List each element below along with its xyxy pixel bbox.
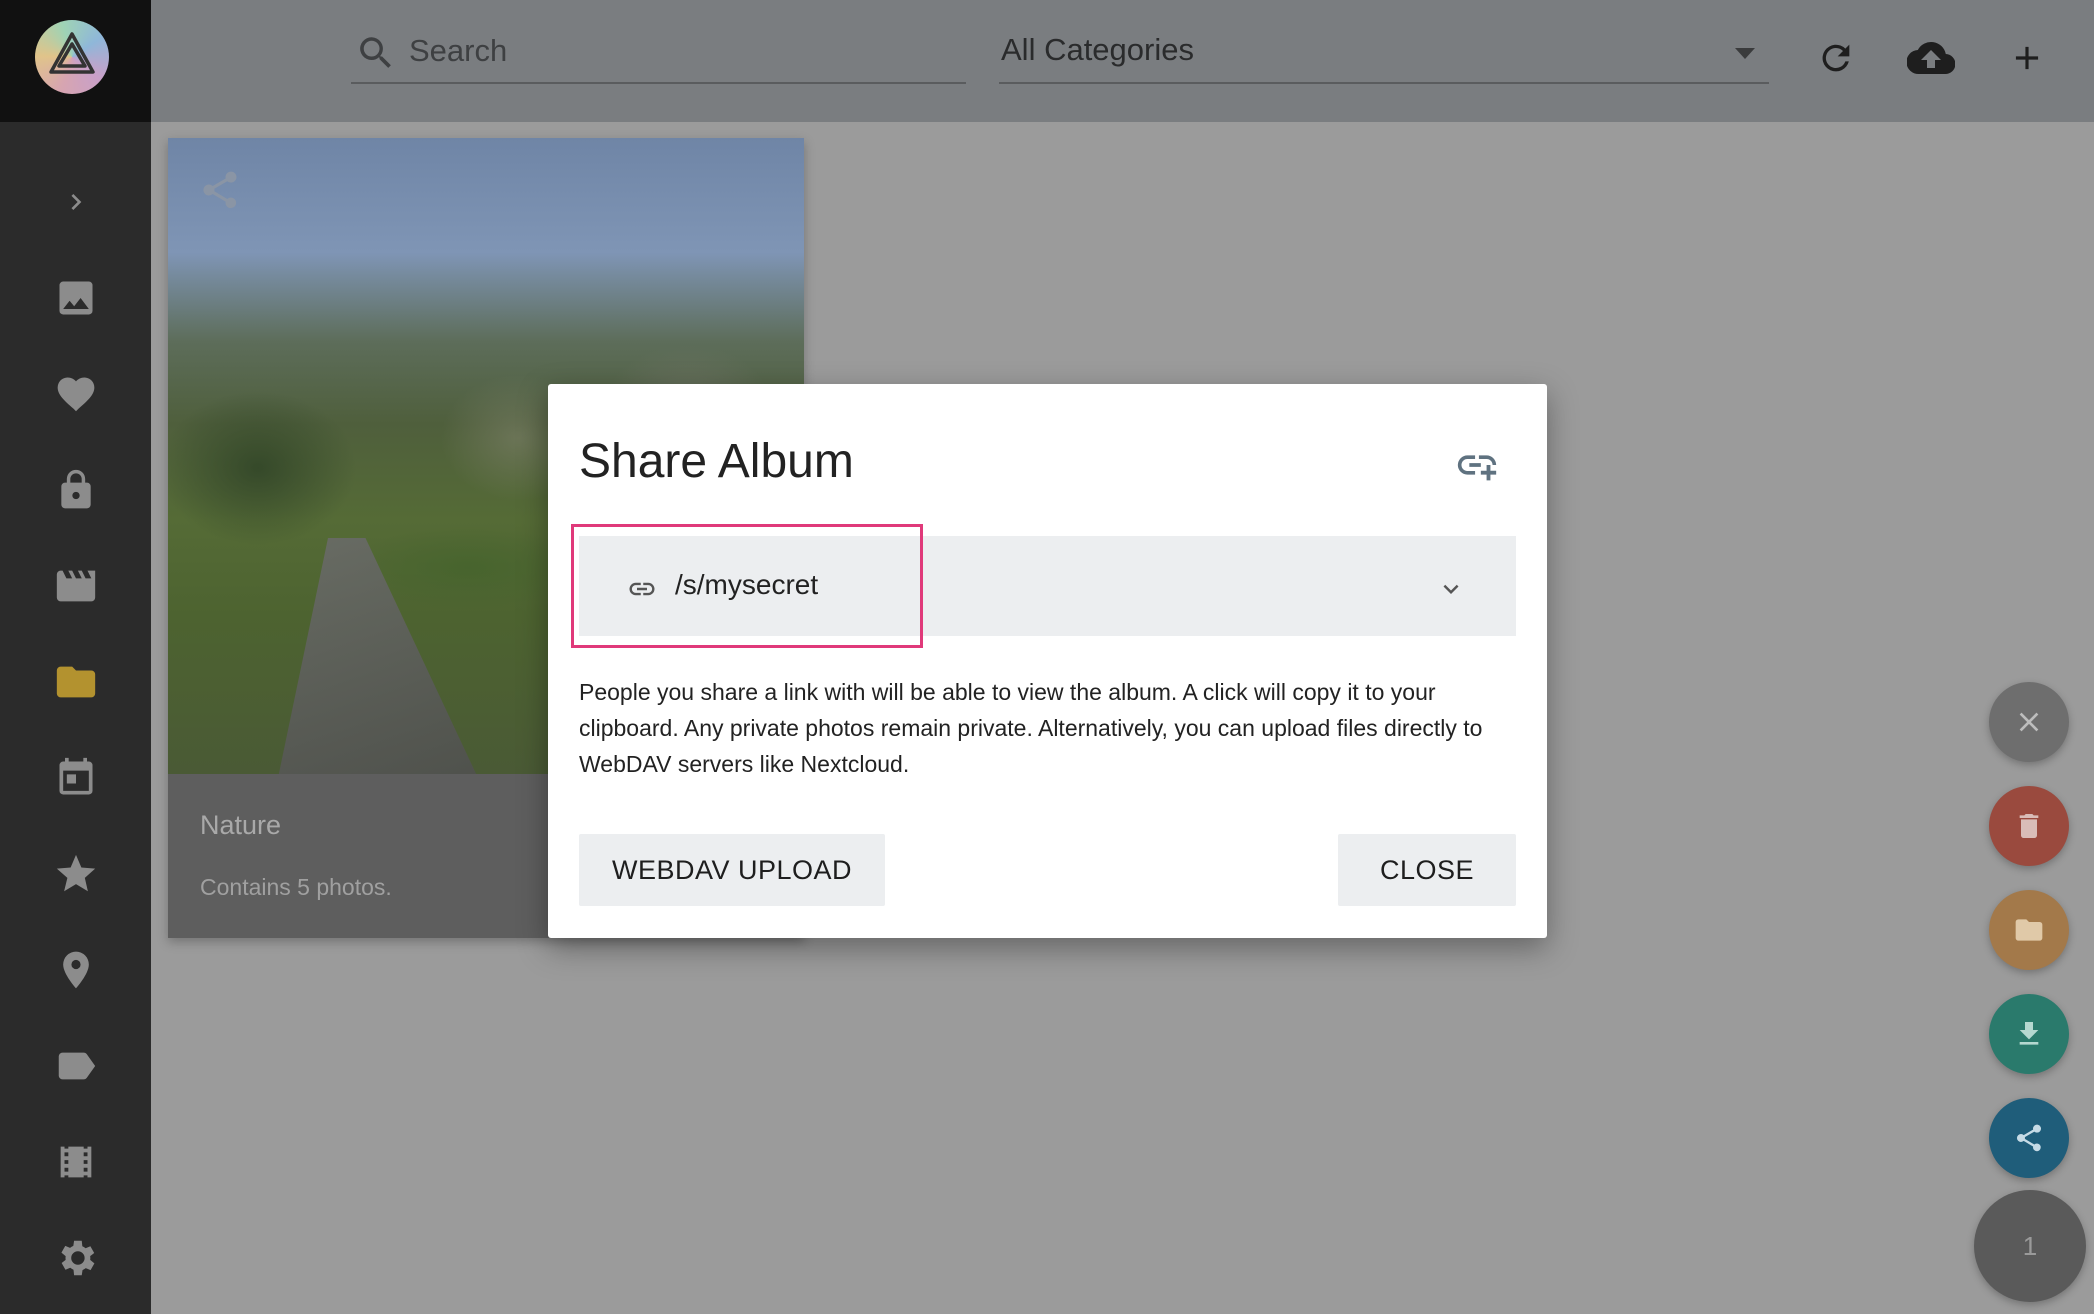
sidebar-item-favorites[interactable] — [0, 354, 151, 434]
image-icon — [59, 281, 92, 315]
plus-icon — [2015, 46, 2039, 70]
dialog-title: Share Album — [579, 435, 854, 488]
settings-icon — [60, 1240, 94, 1276]
delete-button[interactable] — [1989, 786, 2069, 866]
place-icon — [62, 951, 89, 989]
album-share-button[interactable] — [198, 168, 242, 217]
category-select-value: All Categories — [1001, 32, 1194, 67]
sidebar-item-places[interactable] — [0, 930, 151, 1010]
share-description: People you share a link with will be abl… — [579, 679, 1483, 777]
selection-count-button[interactable]: 1 — [1974, 1190, 2086, 1302]
edit-album-button[interactable] — [1989, 890, 2069, 970]
reload-button[interactable] — [1808, 30, 1864, 86]
share-icon — [203, 171, 237, 209]
add-album-button[interactable] — [1999, 30, 2055, 86]
trash-icon — [2019, 814, 2039, 838]
share-button[interactable] — [1989, 1098, 2069, 1178]
close-icon — [2019, 712, 2039, 732]
clear-selection-button[interactable] — [1989, 682, 2069, 762]
upload-button[interactable] — [1903, 30, 1959, 86]
album-title: Nature — [200, 810, 282, 840]
heart-icon — [57, 377, 94, 412]
topbar: All Categories — [151, 0, 2094, 122]
sidebar-item-settings[interactable] — [0, 1218, 151, 1298]
sidebar-item-videos[interactable] — [0, 546, 151, 626]
chevron-down-icon — [1443, 584, 1459, 594]
search-input[interactable] — [407, 30, 951, 72]
app-logo[interactable] — [35, 20, 109, 94]
lock-icon — [60, 469, 91, 509]
calendar-icon — [59, 757, 92, 795]
sidebar-expand[interactable] — [0, 162, 151, 242]
add-link-icon — [1457, 455, 1497, 481]
chevron-right-icon — [70, 194, 81, 210]
label-icon — [58, 1052, 95, 1080]
sidebar-item-moments[interactable] — [0, 834, 151, 914]
search-icon — [360, 37, 391, 68]
selection-count: 1 — [2022, 1230, 2038, 1261]
folder-icon — [2015, 919, 2043, 941]
share-icon — [2016, 1124, 2041, 1152]
highlight-box — [571, 524, 923, 648]
refresh-icon — [1822, 44, 1850, 72]
close-button[interactable]: CLOSE — [1338, 834, 1516, 906]
sidebar-item-labels[interactable] — [0, 1026, 151, 1106]
film-folder-icon — [60, 1146, 91, 1178]
search-field — [351, 26, 966, 84]
webdav-upload-button[interactable]: WEBDAV UPLOAD — [579, 834, 885, 906]
album-caption: Contains 5 photos. — [200, 874, 392, 900]
add-link-button[interactable] — [1452, 440, 1502, 490]
sidebar — [0, 0, 151, 1314]
share-album-dialog: Share Album /s/mysecret People you share… — [548, 384, 1547, 938]
logo-area — [0, 0, 151, 122]
sidebar-item-private[interactable] — [0, 450, 151, 530]
download-icon — [2019, 1022, 2039, 1045]
dropdown-arrow-icon — [1735, 48, 1755, 59]
sidebar-item-albums[interactable] — [0, 642, 151, 722]
star-icon — [56, 854, 95, 892]
sidebar-item-library[interactable] — [0, 1122, 151, 1202]
category-select[interactable]: All Categories — [999, 26, 1769, 84]
sidebar-item-calendar[interactable] — [0, 738, 151, 818]
sidebar-item-photos[interactable] — [0, 258, 151, 338]
cloud-upload-icon — [1907, 41, 1955, 75]
video-icon — [56, 570, 95, 602]
folder-icon — [56, 666, 95, 698]
download-button[interactable] — [1989, 994, 2069, 1074]
